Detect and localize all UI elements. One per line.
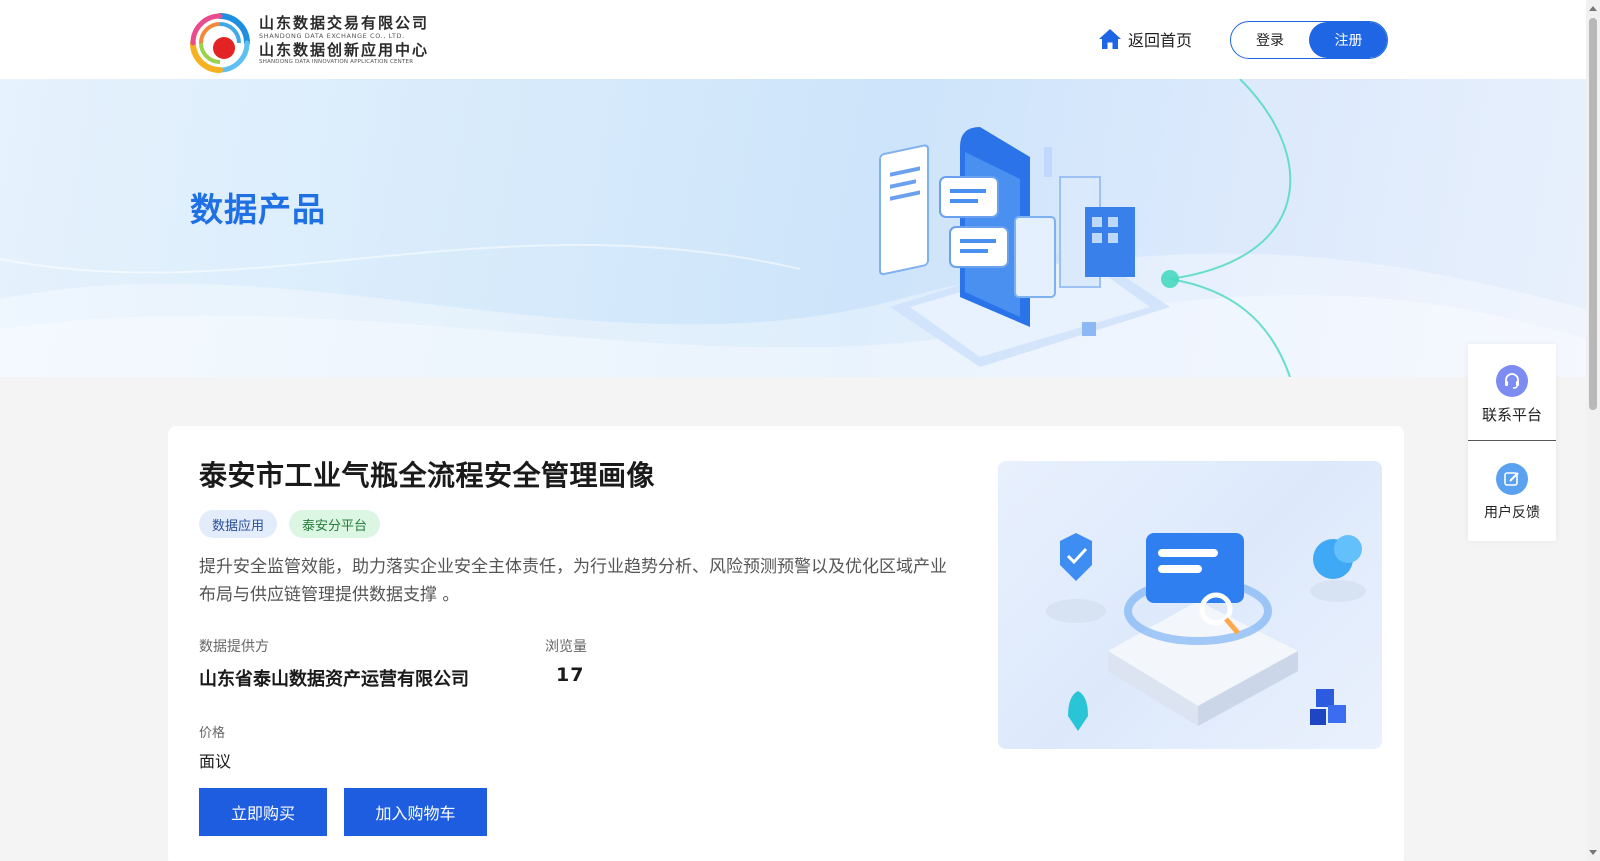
views-count: 17 <box>556 664 585 686</box>
headset-icon <box>1496 365 1528 397</box>
back-to-home-link[interactable]: 返回首页 <box>1098 26 1192 52</box>
tag-platform: 泰安分平台 <box>289 510 381 538</box>
add-to-cart-button[interactable]: 加入购物车 <box>344 788 487 836</box>
price-value: 面议 <box>199 752 232 771</box>
price-label: 价格 <box>199 726 226 741</box>
product-description: 提升安全监管效能，助力落实企业安全主体责任，为行业趋势分析、风险预测预警以及优化… <box>199 557 947 605</box>
header: 山东数据交易有限公司 SHANDONG DATA EXCHANGE CO., L… <box>0 0 1586 79</box>
login-button[interactable]: 登录 <box>1231 22 1309 58</box>
logo[interactable]: 山东数据交易有限公司 SHANDONG DATA EXCHANGE CO., L… <box>189 12 449 76</box>
user-feedback-label: 用户反馈 <box>1484 505 1540 521</box>
logo-company-name-en: SHANDONG DATA EXCHANGE CO., LTD. <box>259 32 405 40</box>
page-title: 数据产品 <box>190 190 326 229</box>
scroll-up-arrow-icon[interactable] <box>1589 6 1597 11</box>
tag-category: 数据应用 <box>199 510 278 538</box>
logo-center-name-en: SHANDONG DATA INNOVATION APPLICATION CEN… <box>259 59 414 65</box>
page-scrollbar[interactable] <box>1586 0 1600 861</box>
contact-platform-button[interactable]: 联系平台 <box>1468 344 1556 441</box>
contact-platform-label: 联系平台 <box>1481 406 1542 424</box>
floating-side-panel: 联系平台 用户反馈 <box>1468 344 1556 541</box>
back-to-home-label: 返回首页 <box>1128 31 1193 50</box>
data-security-illustration <box>1046 533 1366 731</box>
page-banner: 数据产品 <box>0 79 1586 377</box>
scrollbar-thumb[interactable] <box>1589 18 1597 410</box>
product-image <box>998 461 1382 749</box>
product-title: 泰安市工业气瓶全流程安全管理画像 <box>199 459 656 492</box>
auth-button-group: 登录 注册 <box>1230 21 1388 59</box>
provider-value: 山东省泰山数据资产运营有限公司 <box>199 669 469 690</box>
provider-label: 数据提供方 <box>199 639 269 655</box>
data-document-illustration <box>879 127 1170 367</box>
product-tags: 数据应用 泰安分平台 <box>199 510 392 538</box>
logo-mark-icon <box>190 13 250 73</box>
product-detail-card: 泰安市工业气瓶全流程安全管理画像 数据应用 泰安分平台 提升安全监管效能，助力落… <box>168 426 1404 861</box>
scroll-down-arrow-icon[interactable] <box>1589 850 1597 855</box>
logo-company-name: 山东数据交易有限公司 <box>259 14 430 32</box>
home-icon <box>1099 29 1121 49</box>
register-button[interactable]: 注册 <box>1309 22 1387 58</box>
logo-text: 山东数据交易有限公司 SHANDONG DATA EXCHANGE CO., L… <box>259 14 459 66</box>
edit-icon <box>1496 463 1528 495</box>
logo-center-name: 山东数据创新应用中心 <box>259 41 430 59</box>
views-label: 浏览量 <box>545 639 587 655</box>
user-feedback-button[interactable]: 用户反馈 <box>1468 442 1556 539</box>
buy-now-button[interactable]: 立即购买 <box>199 788 327 836</box>
